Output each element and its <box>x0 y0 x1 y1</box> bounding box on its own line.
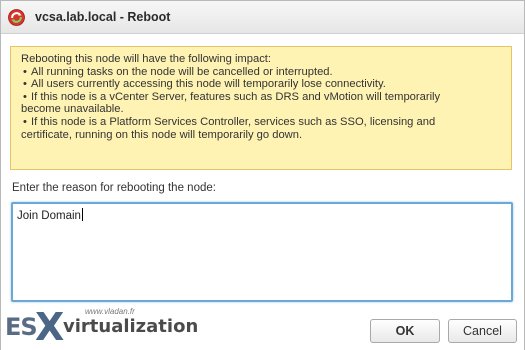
reboot-icon <box>8 9 25 26</box>
logo-brand: virtualization <box>63 316 199 337</box>
reboot-impact-warning: Rebooting this node will have the follow… <box>10 46 512 170</box>
impact-item-continuation: certificate, running on this node will t… <box>21 128 303 141</box>
impact-item: All running tasks on the node will be ca… <box>21 66 501 79</box>
title-bar[interactable]: vcsa.lab.local - Reboot <box>1 1 524 34</box>
impact-list: All running tasks on the node will be ca… <box>21 66 501 142</box>
logo-site: www.vladan.fr <box>85 307 135 316</box>
cancel-button[interactable]: Cancel <box>448 319 517 343</box>
ok-button[interactable]: OK <box>370 319 440 343</box>
reboot-dialog: vcsa.lab.local - Reboot Rebooting this n… <box>0 0 525 350</box>
logo-x: X <box>35 305 65 349</box>
impact-item: If this node is a Platform Services Cont… <box>21 116 501 141</box>
impact-item: If this node is a vCenter Server, featur… <box>21 91 501 116</box>
text-caret <box>81 208 83 221</box>
impact-item-continuation: become unavailable. <box>21 103 124 116</box>
esx-virtualization-logo: ES X virtualization www.vladan.fr <box>5 305 210 349</box>
reason-textarea[interactable]: Join Domain <box>11 202 513 302</box>
reason-label: Enter the reason for rebooting the node: <box>12 182 216 194</box>
warning-lead: Rebooting this node will have the follow… <box>21 53 271 65</box>
dialog-title: vcsa.lab.local - Reboot <box>35 10 171 24</box>
logo-es: ES <box>5 313 38 341</box>
reason-text: Join Domain <box>17 210 81 222</box>
impact-item: All users currently accessing this node … <box>21 78 501 91</box>
